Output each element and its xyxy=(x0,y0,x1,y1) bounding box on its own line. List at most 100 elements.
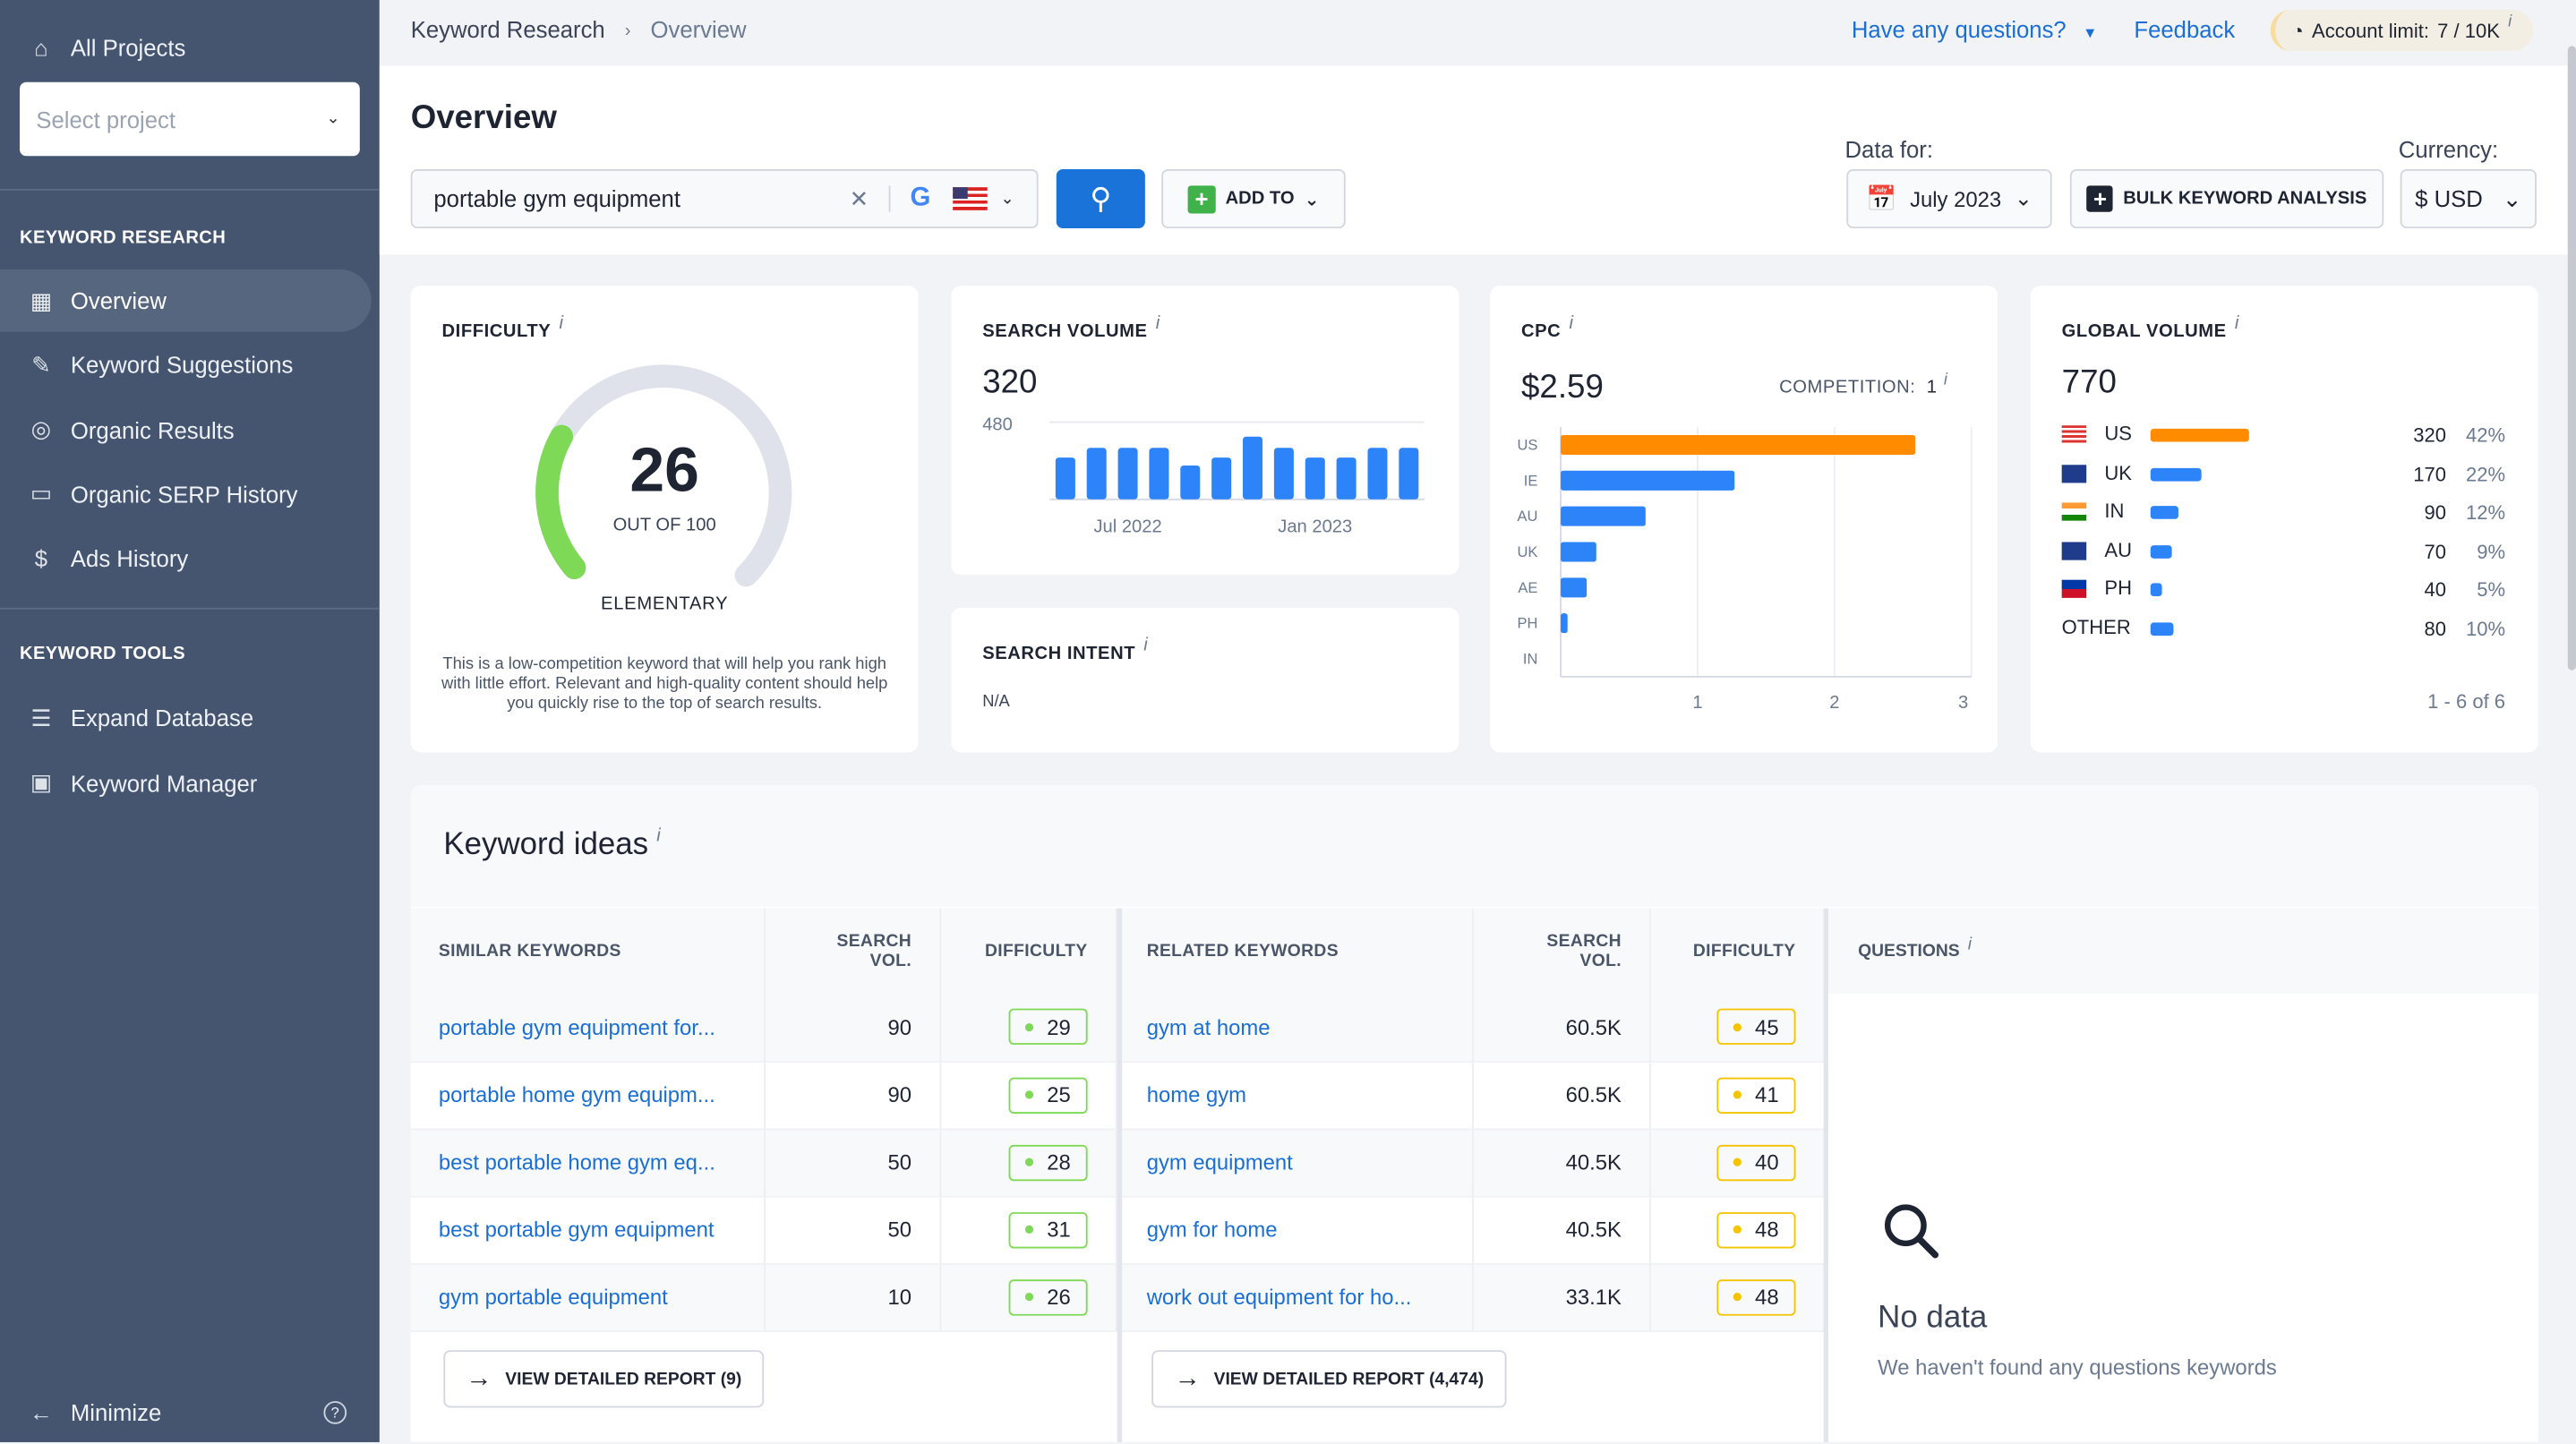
select-project-dropdown[interactable]: Select project ⌄ xyxy=(20,81,360,157)
page-title: Overview xyxy=(410,99,557,137)
sidebar-item-overview[interactable]: ▦ Overview xyxy=(0,269,372,332)
x-tick-label: 3 xyxy=(1958,693,1968,713)
keyword-link[interactable]: gym for home xyxy=(1118,1195,1475,1264)
table-row: best portable home gym eq... 50 28 xyxy=(410,1128,1117,1197)
cpc-bar[interactable] xyxy=(1561,470,1735,491)
add-to-button[interactable]: + ADD TO ⌄ xyxy=(1161,168,1346,229)
info-icon[interactable]: i xyxy=(1143,636,1148,655)
keyword-link[interactable]: gym equipment xyxy=(1118,1128,1475,1197)
column-header[interactable]: SEARCH VOL. xyxy=(764,908,942,995)
keyword-link[interactable]: work out equipment for ho... xyxy=(1118,1262,1475,1332)
y-tick-label: AE xyxy=(1518,580,1537,596)
search-volume: 33.1K xyxy=(1473,1262,1652,1332)
search-icon: ⚲ xyxy=(1090,181,1112,215)
info-icon[interactable]: i xyxy=(656,826,661,846)
help-icon[interactable]: ? xyxy=(323,1401,347,1424)
difficulty-badge: 25 xyxy=(1008,1076,1088,1114)
cpc-bar[interactable] xyxy=(1561,613,1568,634)
top-bar: Keyword Research › Overview Have any que… xyxy=(379,0,2576,66)
volume-bar[interactable] xyxy=(1305,457,1325,500)
search-button[interactable]: ⚲ xyxy=(1056,168,1145,229)
share-bar xyxy=(2150,467,2203,481)
pagination: 1 - 6 of 6 xyxy=(2427,689,2506,713)
related-keywords-table: RELATED KEYWORDS SEARCH VOL. DIFFICULTY gy… xyxy=(1118,908,1826,1332)
divider xyxy=(0,607,380,610)
sidebar-item-keyword-suggestions[interactable]: ✎ Keyword Suggestions xyxy=(0,334,372,397)
chevron-down-icon[interactable]: ⌄ xyxy=(1000,190,1014,208)
volume-bar[interactable] xyxy=(1149,448,1169,500)
column-header[interactable]: DIFFICULTY xyxy=(1650,908,1826,995)
info-icon[interactable]: i xyxy=(2235,313,2239,333)
sidebar-item-organic-results[interactable]: ◎ Organic Results xyxy=(0,398,372,461)
cpc-bar[interactable] xyxy=(1561,506,1646,526)
column-header[interactable]: RELATED KEYWORDS xyxy=(1118,908,1475,995)
bulk-keyword-analysis-button[interactable]: + BULK KEYWORD ANALYSIS xyxy=(2069,168,2384,229)
volume-bar[interactable] xyxy=(1367,448,1388,500)
view-similar-report-button[interactable]: → VIEW DETAILED REPORT (9) xyxy=(443,1350,765,1408)
keyword-link[interactable]: home gym xyxy=(1118,1061,1475,1130)
volume-bar[interactable] xyxy=(1399,448,1419,500)
difficulty-badge: 48 xyxy=(1716,1278,1796,1315)
difficulty-badge: 28 xyxy=(1008,1143,1088,1181)
search-volume: 40.5K xyxy=(1473,1195,1652,1264)
search-icon xyxy=(1884,1204,1939,1259)
sidebar-item-ads-history[interactable]: $ Ads History xyxy=(0,527,372,590)
x-tick-label: 2 xyxy=(1829,693,1839,713)
calendar-icon: 📅 xyxy=(1866,185,1897,214)
volume-bar[interactable] xyxy=(1273,448,1294,500)
sidebar-item-organic-serp-history[interactable]: ▭ Organic SERP History xyxy=(0,463,372,525)
minimize-button[interactable]: ← Minimize ? xyxy=(0,1381,380,1444)
column-header[interactable]: DIFFICULTY xyxy=(940,908,1117,995)
difficulty-badge: 26 xyxy=(1008,1278,1088,1315)
ph-flag-icon xyxy=(2061,579,2087,598)
keyword-link[interactable]: best portable gym equipment xyxy=(410,1195,766,1264)
keyword-link[interactable]: portable gym equipment for... xyxy=(410,994,766,1063)
questions-dropdown[interactable]: Have any questions? ▼ xyxy=(1852,16,2098,42)
currency-label: Currency: xyxy=(2398,136,2499,163)
volume-bar[interactable] xyxy=(1243,436,1263,500)
keyword-search-input[interactable]: portable gym equipment ✕ G ⌄ xyxy=(410,168,1039,229)
column-header[interactable]: SIMILAR KEYWORDS xyxy=(410,908,766,995)
table-row: gym equipment 40.5K 40 xyxy=(1118,1128,1826,1197)
cpc-bar[interactable] xyxy=(1561,577,1588,598)
cpc-bar[interactable] xyxy=(1561,542,1596,562)
info-icon[interactable]: i xyxy=(2508,13,2512,31)
volume-bar[interactable] xyxy=(1117,448,1138,500)
currency-dropdown[interactable]: $ USD ⌄ xyxy=(2400,168,2537,229)
chevron-down-icon: ⌄ xyxy=(2502,184,2522,211)
volume-bar[interactable] xyxy=(1055,457,1075,500)
date-dropdown[interactable]: 📅 July 2023 ⌄ xyxy=(1846,168,2052,229)
table-row: portable gym equipment for... 90 29 xyxy=(410,994,1117,1063)
search-volume: 90 xyxy=(764,1061,942,1130)
keyword-link[interactable]: portable home gym equipm... xyxy=(410,1061,766,1130)
column-header[interactable]: SEARCH VOL. xyxy=(1473,908,1652,995)
volume-bar[interactable] xyxy=(1211,457,1232,500)
info-icon[interactable]: i xyxy=(1968,935,1972,954)
uk-flag-icon xyxy=(2061,464,2087,483)
table-row: home gym 60.5K 41 xyxy=(1118,1061,1826,1130)
difficulty-out-of: OUT OF 100 xyxy=(612,516,716,536)
view-related-report-button[interactable]: → VIEW DETAILED REPORT (4,474) xyxy=(1151,1350,1507,1408)
scrollbar[interactable] xyxy=(2567,46,2576,671)
breadcrumb-keyword-research[interactable]: Keyword Research xyxy=(411,16,605,46)
breadcrumb: Keyword Research › Overview xyxy=(411,16,747,46)
volume-bar[interactable] xyxy=(1086,448,1107,500)
global-volume-row: OTHER 80 10% xyxy=(2061,615,2506,640)
google-icon[interactable]: G xyxy=(910,184,930,213)
volume-bar[interactable] xyxy=(1336,457,1356,500)
search-volume: 10 xyxy=(764,1262,942,1332)
global-volume-row: UK 170 22% xyxy=(2061,461,2505,487)
keyword-link[interactable]: gym portable equipment xyxy=(410,1262,766,1332)
keyword-link[interactable]: gym at home xyxy=(1118,994,1475,1063)
cpc-bar[interactable] xyxy=(1561,434,1916,455)
sidebar-item-keyword-manager[interactable]: ▣ Keyword Manager xyxy=(0,751,372,814)
volume-bar[interactable] xyxy=(1180,466,1201,500)
feedback-link[interactable]: Feedback xyxy=(2134,16,2235,42)
clear-icon[interactable]: ✕ xyxy=(850,184,869,212)
keyword-link[interactable]: best portable home gym eq... xyxy=(410,1128,766,1197)
us-flag-icon[interactable] xyxy=(953,187,988,210)
arrow-left-icon: ← xyxy=(30,1399,53,1426)
sidebar-item-expand-database[interactable]: ☰ Expand Database xyxy=(0,687,372,749)
global-volume-row: PH 40 5% xyxy=(2061,577,2505,602)
all-projects-link[interactable]: ⌂ All Projects xyxy=(0,16,372,79)
